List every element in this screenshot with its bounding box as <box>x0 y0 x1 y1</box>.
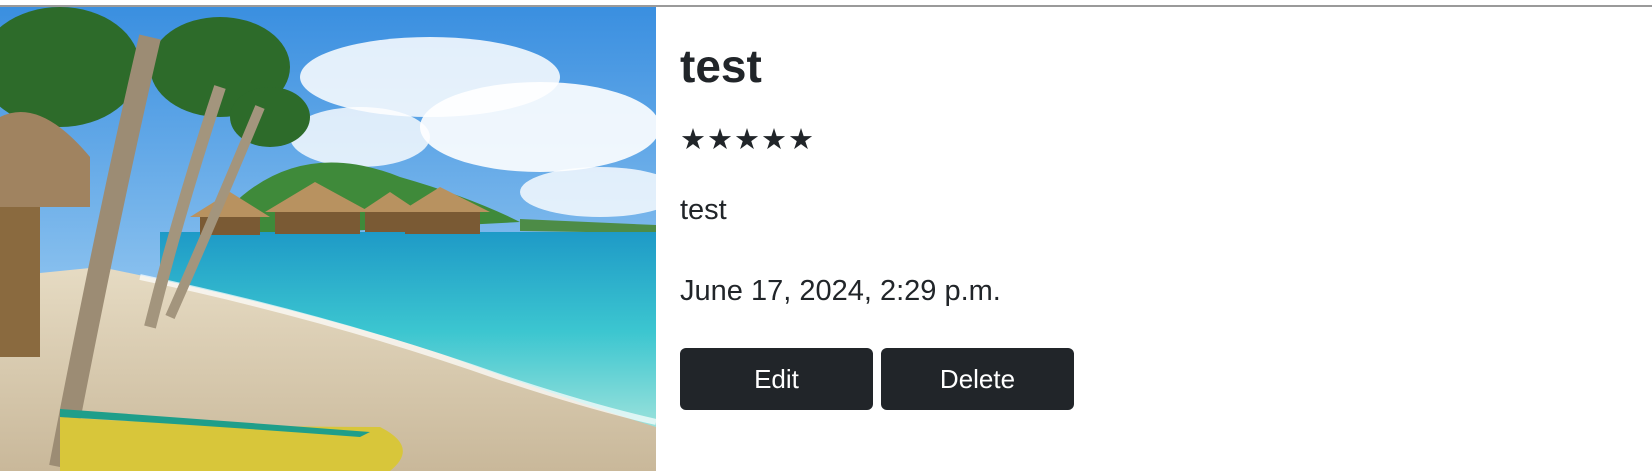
delete-button[interactable]: Delete <box>881 348 1074 410</box>
entry-description: test <box>680 194 727 226</box>
entry-title: test <box>680 40 762 92</box>
entry-actions: Edit Delete <box>680 348 1074 410</box>
rating-stars: ★★★★★ <box>680 122 815 156</box>
entry-date: June 17, 2024, 2:29 p.m. <box>680 275 1001 307</box>
entry-card: test ★★★★★ test June 17, 2024, 2:29 p.m.… <box>0 7 1652 471</box>
entry-details: test ★★★★★ test June 17, 2024, 2:29 p.m.… <box>656 7 1074 471</box>
entry-photo <box>0 7 656 471</box>
edit-button[interactable]: Edit <box>680 348 873 410</box>
